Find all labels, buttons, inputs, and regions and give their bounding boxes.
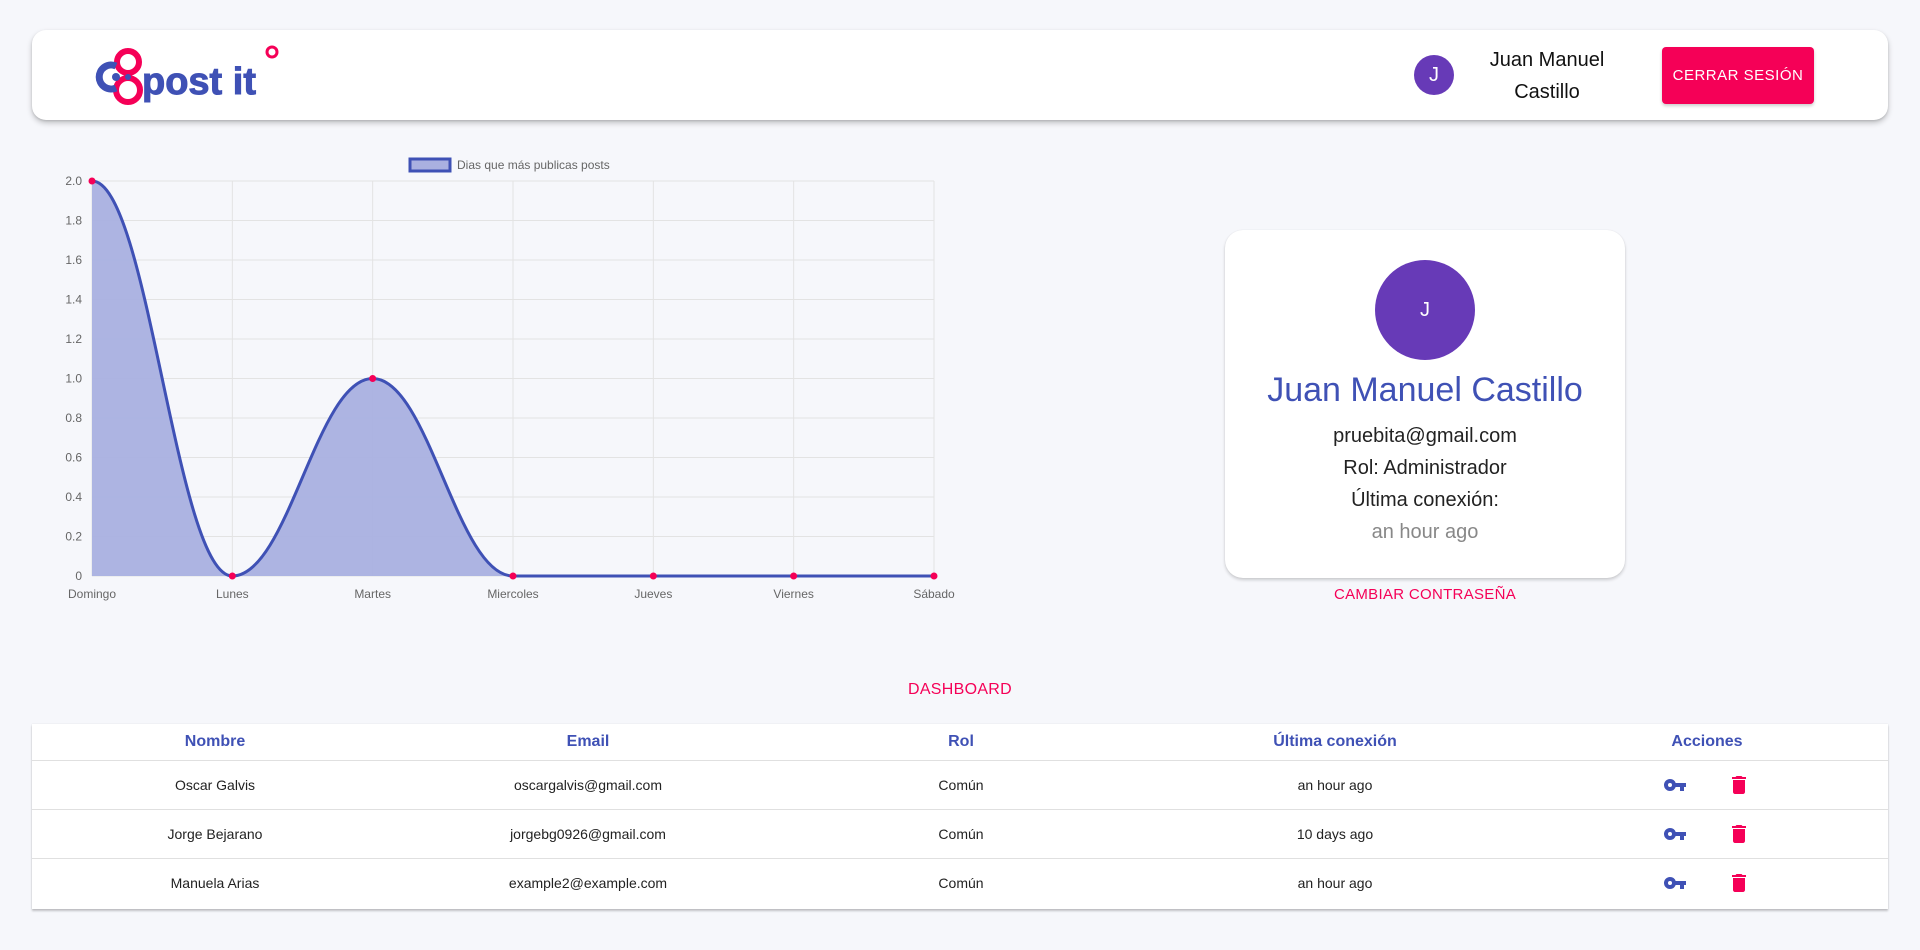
cell-email: example2@example.com bbox=[508, 874, 668, 891]
column-header-nombre: Nombre bbox=[32, 724, 398, 761]
x-tick-label: Lunes bbox=[216, 587, 249, 601]
profile-name: Juan Manuel Castillo bbox=[1267, 371, 1583, 409]
profile-last-connection-value: an hour ago bbox=[1371, 521, 1479, 543]
profile-role: Rol: Administrador bbox=[1343, 457, 1507, 479]
cell-rol: Común bbox=[938, 874, 984, 891]
trash-icon[interactable] bbox=[1725, 771, 1753, 799]
x-tick-label: Viernes bbox=[773, 587, 813, 601]
cell-rol: Común bbox=[778, 760, 1144, 810]
y-tick-label: 0.8 bbox=[65, 411, 82, 425]
y-tick-label: 1.4 bbox=[65, 293, 82, 307]
x-tick-label: Jueves bbox=[634, 587, 672, 601]
cell-email: jorgebg0926@gmail.com bbox=[398, 809, 778, 859]
header-user-name: Juan Manuel Castillo bbox=[1489, 49, 1605, 103]
logo-wordmark: post it bbox=[142, 61, 256, 103]
profile-last-connection-label: Última conexión: bbox=[1351, 489, 1499, 511]
dashboard-title: DASHBOARD bbox=[907, 681, 1013, 698]
profile-avatar: J bbox=[1375, 260, 1475, 360]
x-tick-label: Martes bbox=[354, 587, 391, 601]
cell-acciones bbox=[1526, 858, 1888, 907]
y-tick-label: 0.4 bbox=[65, 490, 82, 504]
y-tick-label: 1.0 bbox=[65, 372, 82, 386]
trash-icon[interactable] bbox=[1725, 820, 1753, 848]
key-icon[interactable] bbox=[1661, 771, 1689, 799]
key-icon[interactable] bbox=[1661, 869, 1689, 897]
data-point bbox=[228, 572, 236, 580]
legend-swatch bbox=[408, 157, 452, 173]
column-header-ultima-conexion: Última conexión bbox=[1144, 724, 1526, 761]
column-header-email: Email bbox=[398, 724, 778, 761]
data-point bbox=[88, 177, 96, 185]
post-it-logo[interactable]: post it bbox=[90, 44, 300, 110]
cell-nombre: Oscar Galvis bbox=[32, 760, 398, 810]
x-tick-label: Miercoles bbox=[487, 587, 538, 601]
cell-nombre: Manuela Arias bbox=[170, 874, 260, 891]
app-header: post it J Juan Manuel Castillo CERRAR SE… bbox=[32, 30, 1888, 120]
table-row: Jorge Bejarano jorgebg0926@gmail.com Común… bbox=[32, 809, 1888, 859]
y-tick-label: 0.6 bbox=[65, 451, 82, 465]
cell-acciones bbox=[1526, 760, 1888, 810]
x-tick-label: Sábado bbox=[913, 587, 955, 601]
profile-card: J Juan Manuel Castillo pruebita@gmail.co… bbox=[1225, 230, 1625, 578]
y-tick-label: 0.2 bbox=[65, 530, 82, 544]
change-password-button[interactable]: CAMBIAR CONTRASEÑA bbox=[1225, 586, 1625, 603]
cell-ultima-conexion: 10 days ago bbox=[1144, 809, 1526, 859]
y-tick-label: 1.8 bbox=[65, 214, 82, 228]
column-header-rol: Rol bbox=[778, 724, 1144, 761]
table-row: Manuela Arias example2@example.com Común an… bbox=[32, 858, 1888, 907]
profile-email: pruebita@gmail.com bbox=[1333, 425, 1517, 447]
logout-button[interactable]: CERRAR SESIÓN bbox=[1662, 47, 1814, 104]
cell-rol: Común bbox=[778, 809, 1144, 859]
trash-icon[interactable] bbox=[1725, 869, 1753, 897]
data-point bbox=[509, 572, 517, 580]
data-point bbox=[369, 375, 377, 382]
table-header-row: Nombre Email Rol Última conexión Accione… bbox=[32, 724, 1888, 761]
users-table: Nombre Email Rol Última conexión Accione… bbox=[32, 724, 1888, 909]
table-row: Oscar Galvis oscargalvis@gmail.com Común an… bbox=[32, 760, 1888, 810]
y-tick-label: 1.2 bbox=[65, 332, 82, 346]
legend-label: Dias que más publicas posts bbox=[457, 158, 610, 172]
column-header-acciones: Acciones bbox=[1526, 724, 1888, 761]
data-point bbox=[790, 572, 798, 580]
cell-ultima-conexion: an hour ago bbox=[1144, 760, 1526, 810]
cell-ultima-conexion: an hour ago bbox=[1297, 874, 1373, 891]
cell-nombre: Jorge Bejarano bbox=[32, 809, 398, 859]
x-tick-label: Domingo bbox=[68, 587, 116, 601]
chart-canvas: 0 0.2 0.4 0.6 0.8 1.0 1.2 1.4 1.6 1.8 2.0 Domingo Lu… bbox=[65, 157, 955, 601]
key-icon[interactable] bbox=[1661, 820, 1689, 848]
header-avatar[interactable]: J bbox=[1414, 55, 1454, 95]
y-tick-label: 1.6 bbox=[65, 253, 82, 267]
cell-acciones bbox=[1526, 809, 1888, 859]
y-tick-label: 0 bbox=[75, 569, 82, 583]
cell-email: oscargalvis@gmail.com bbox=[398, 760, 778, 810]
data-point bbox=[649, 572, 657, 580]
y-tick-label: 2.0 bbox=[65, 174, 82, 188]
data-point bbox=[930, 572, 938, 580]
posts-per-day-chart: 0 0.2 0.4 0.6 0.8 1.0 1.2 1.4 1.6 1.8 2.0 Domingo Lu… bbox=[40, 150, 970, 610]
